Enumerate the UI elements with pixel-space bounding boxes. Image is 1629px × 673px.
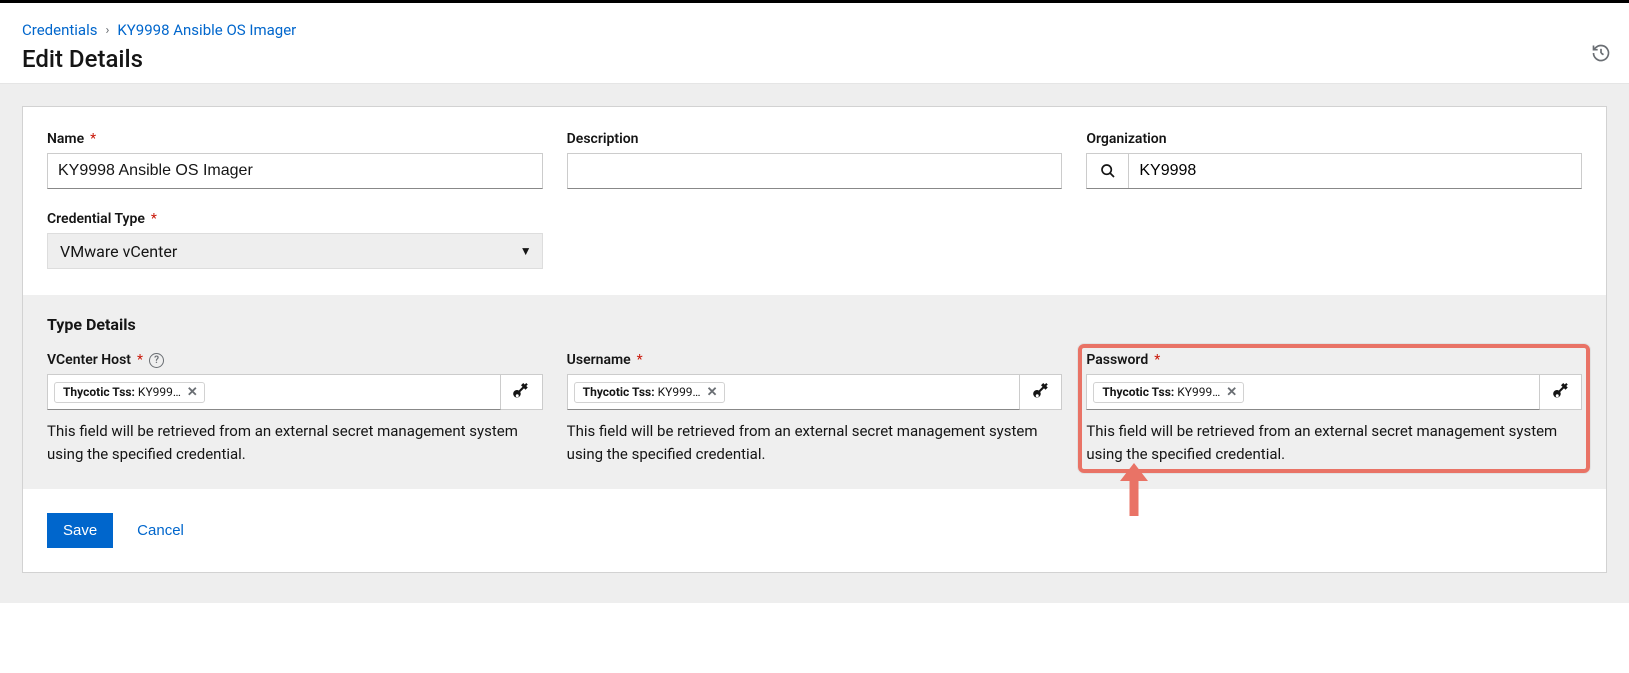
breadcrumb-current[interactable]: KY9998 Ansible OS Imager [117, 21, 296, 39]
organization-input[interactable] [1129, 154, 1581, 188]
vcenter-host-label: VCenter Host* ? [47, 352, 543, 368]
password-helper: This field will be retrieved from an ext… [1086, 420, 1582, 465]
caret-down-icon: ▼ [520, 244, 532, 258]
vcenter-host-field[interactable]: Thycotic Tss: KY999… ✕ [47, 374, 501, 410]
breadcrumb-root[interactable]: Credentials [22, 21, 97, 39]
secret-chip: Thycotic Tss: KY999… ✕ [574, 382, 725, 403]
chevron-right-icon: › [105, 23, 109, 38]
form-panel: Name* Description Organization [22, 106, 1607, 573]
chip-remove-icon[interactable]: ✕ [1226, 385, 1237, 400]
section-actions: Save Cancel [23, 489, 1606, 572]
name-input[interactable] [47, 153, 543, 189]
page-header: Credentials › KY9998 Ansible OS Imager E… [0, 3, 1629, 84]
help-icon[interactable]: ? [149, 353, 164, 368]
chip-remove-icon[interactable]: ✕ [187, 385, 198, 400]
description-label: Description [567, 131, 1063, 147]
organization-label: Organization [1086, 131, 1582, 147]
content-area: Name* Description Organization [0, 84, 1629, 603]
password-field[interactable]: Thycotic Tss: KY999… ✕ [1086, 374, 1540, 410]
password-label: Password* [1086, 352, 1582, 368]
cancel-button[interactable]: Cancel [137, 522, 184, 539]
secret-chip: Thycotic Tss: KY999… ✕ [54, 382, 205, 403]
key-icon-button[interactable] [501, 374, 543, 410]
username-field[interactable]: Thycotic Tss: KY999… ✕ [567, 374, 1021, 410]
annotation-arrow-icon [1114, 461, 1154, 521]
credential-type-select[interactable]: VMware vCenter ▼ [47, 233, 543, 269]
username-label: Username* [567, 352, 1063, 368]
key-icon-button[interactable] [1540, 374, 1582, 410]
save-button[interactable]: Save [47, 513, 113, 548]
page-title: Edit Details [22, 45, 1607, 73]
breadcrumb: Credentials › KY9998 Ansible OS Imager [22, 21, 1607, 39]
description-input[interactable] [567, 153, 1063, 189]
vcenter-host-helper: This field will be retrieved from an ext… [47, 420, 543, 465]
username-helper: This field will be retrieved from an ext… [567, 420, 1063, 465]
history-button[interactable] [1591, 43, 1611, 63]
credential-type-label: Credential Type* [47, 211, 543, 227]
search-icon[interactable] [1087, 154, 1129, 188]
organization-field[interactable] [1086, 153, 1582, 189]
section-type-details: Type Details VCenter Host* ? Thycotic Ts… [23, 295, 1606, 489]
secret-chip: Thycotic Tss: KY999… ✕ [1093, 382, 1244, 403]
chip-remove-icon[interactable]: ✕ [707, 385, 718, 400]
section-main: Name* Description Organization [23, 107, 1606, 295]
type-details-heading: Type Details [47, 315, 1582, 334]
name-label: Name* [47, 131, 543, 147]
key-icon-button[interactable] [1020, 374, 1062, 410]
